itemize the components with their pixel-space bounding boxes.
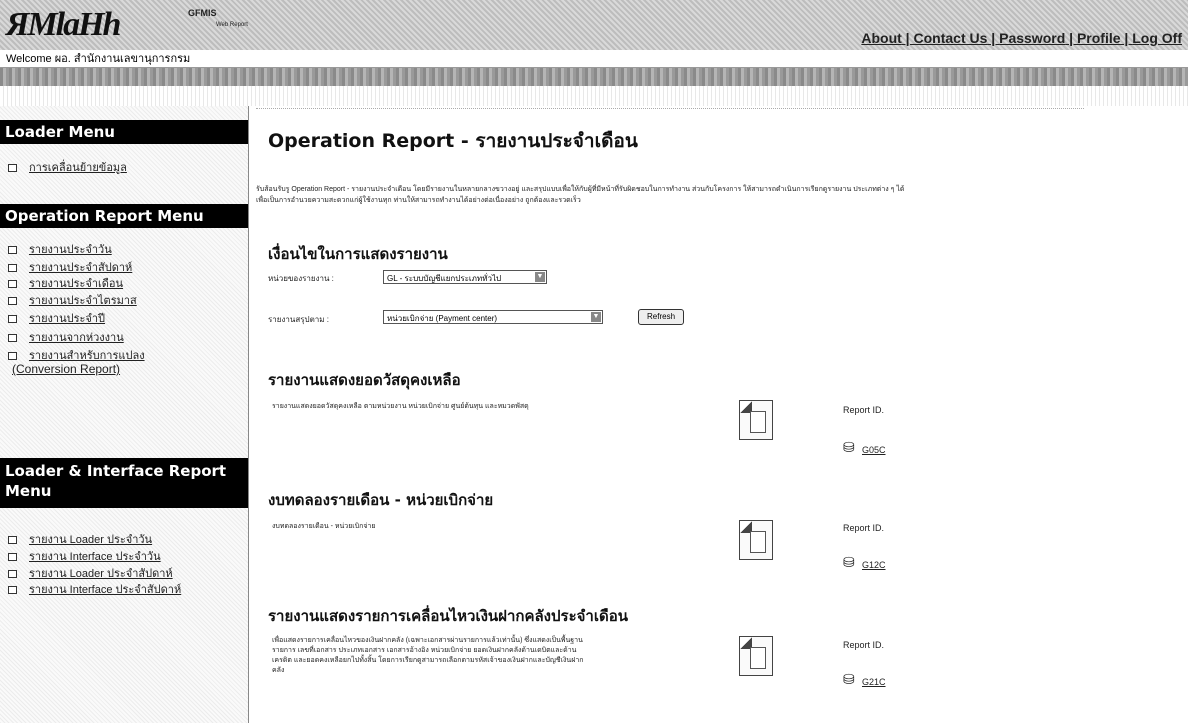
sidebar-item-label: รายงานประจำปี <box>29 313 106 325</box>
description-line: รายการ เลขที่เอกสาร ประเภทเอกสาร เอกสารอ… <box>272 647 577 654</box>
sidebar-item-label: รายงาน Loader ประจำสัปดาห์ <box>29 568 173 580</box>
sidebar-item-label: รายงาน Interface ประจำสัปดาห์ <box>29 584 182 596</box>
sidebar-item-interface-daily[interactable]: รายงาน Interface ประจำวัน <box>8 547 161 565</box>
password-link[interactable]: Password <box>999 30 1065 46</box>
welcome-bar: Welcome ผอ. สำนักงานเลขานุการกรม <box>0 50 1188 68</box>
summary-by-label: รายงานสรุปตาม : <box>268 315 330 324</box>
report-link-icon[interactable]: ⛁ <box>843 440 855 456</box>
bullet-icon <box>8 315 17 324</box>
page-title: Operation Report - รายงานประจำเดือน <box>268 130 638 152</box>
sidebar-item-yearly[interactable]: รายงานประจำปี <box>8 309 105 327</box>
decorative-strip <box>0 68 1188 86</box>
report-unit-label: หน่วยของรายงาน : <box>268 274 334 283</box>
sidebar-item-label: รายงานประจำไตรมาส <box>29 295 137 307</box>
sidebar-item-data-transfer[interactable]: การเคลื่อนย้ายข้อมูล <box>8 158 127 176</box>
operation-menu-title: Operation Report Menu <box>0 204 248 228</box>
report-link-icon[interactable]: ⛁ <box>843 672 855 688</box>
header-banner: ЯMlaHh GFMIS Web Report About | Contact … <box>0 0 1188 50</box>
sidebar-item-loader-daily[interactable]: รายงาน Loader ประจำวัน <box>8 530 152 548</box>
select-value: หน่วยเบิกจ่าย (Payment center) <box>387 314 498 323</box>
report-document-icon[interactable] <box>739 636 773 676</box>
refresh-button[interactable]: Refresh <box>638 309 685 325</box>
bullet-icon <box>8 536 17 545</box>
logo-subtitle: GFMIS <box>188 8 217 18</box>
bullet-icon <box>8 297 17 306</box>
bullet-icon <box>8 570 17 579</box>
dropdown-arrow-icon: ▼ <box>535 272 545 282</box>
description-line: คลัง <box>272 667 285 674</box>
sidebar-item-label: รายงานประจำสัปดาห์ <box>29 262 133 274</box>
page-description: รับส้อนรับรู Operation Report - รายงานปร… <box>256 184 1184 206</box>
report-document-icon[interactable] <box>739 520 773 560</box>
about-link[interactable]: About <box>861 30 901 46</box>
description-line: เพื่อเป็นการอำนวยความสะดวกแก่ผู้ใช้งานทุ… <box>256 197 581 204</box>
sidebar-item-daily[interactable]: รายงานประจำวัน <box>8 240 112 258</box>
sidebar-item-interface-weekly[interactable]: รายงาน Interface ประจำสัปดาห์ <box>8 580 181 598</box>
select-value: GL - ระบบบัญชีแยกประเภททั่วไป <box>387 274 502 283</box>
bullet-icon <box>8 280 17 289</box>
report-title: รายงานแสดงรายการเคลื่อนไหวเงินฝากคลังประ… <box>268 607 628 625</box>
logo-subtitle-2: Web Report <box>216 22 248 28</box>
loader-menu-title: Loader Menu <box>0 120 248 144</box>
sidebar-item-label: รายงานจากห่วงงาน <box>29 332 124 344</box>
link-separator: | <box>1120 30 1133 46</box>
link-separator: | <box>987 30 1000 46</box>
sidebar-item-monthly[interactable]: รายงานประจำเดือน <box>8 274 123 292</box>
report-unit-select[interactable]: GL - ระบบบัญชีแยกประเภททั่วไป ▼ <box>383 270 547 284</box>
sidebar-item-label: รายงานสำหรับการแปลง <box>29 350 145 362</box>
menu-title-line: Loader & Interface Report <box>5 462 227 480</box>
app-logo: ЯMlaHh <box>6 6 121 43</box>
sidebar-item-label: รายงานประจำเดือน <box>29 278 124 290</box>
report-id-label: Report ID. <box>843 405 885 415</box>
description-line: รายงานแสดงยอดวัสดุคงเหลือ ตามหน่วยงาน หน… <box>272 403 529 410</box>
sidebar-item-workflow[interactable]: รายงานจากห่วงงาน <box>8 328 124 346</box>
report-code-link[interactable]: G12C <box>862 560 886 570</box>
bullet-icon <box>8 334 17 343</box>
report-description: รายงานแสดงยอดวัสดุคงเหลือ ตามหน่วยงาน หน… <box>272 402 692 412</box>
description-line: เครดิต และยอดคงเหลือยกไปทั้งสิ้น โดยการเ… <box>272 657 584 664</box>
link-separator: | <box>1065 30 1077 46</box>
report-code-link[interactable]: G05C <box>862 445 886 455</box>
link-separator: | <box>901 30 914 46</box>
report-id-label: Report ID. <box>843 640 885 650</box>
bullet-icon <box>8 164 17 173</box>
loader-interface-menu-title: Loader & Interface Report Menu <box>0 458 248 508</box>
dotted-divider <box>256 108 1084 109</box>
bullet-icon <box>8 246 17 255</box>
log-off-link[interactable]: Log Off <box>1132 30 1182 46</box>
profile-link[interactable]: Profile <box>1077 30 1121 46</box>
report-link-icon[interactable]: ⛁ <box>843 555 855 571</box>
description-line: รับส้อนรับรู Operation Report - รายงานปร… <box>256 186 905 193</box>
report-description: งบทดลองรายเดือน - หน่วยเบิกจ่าย <box>272 522 692 532</box>
report-id-label: Report ID. <box>843 523 885 533</box>
contact-us-link[interactable]: Contact Us <box>914 30 988 46</box>
report-title: รายงานแสดงยอดวัสดุคงเหลือ <box>268 371 461 389</box>
sidebar-item-quarterly[interactable]: รายงานประจำไตรมาส <box>8 291 137 309</box>
report-description: เพื่อแสดงรายการเคลื่อนไหวของเงินฝากคลัง … <box>272 636 722 676</box>
menu-title-line: Menu <box>5 482 52 500</box>
sidebar-item-label: การเคลื่อนย้ายข้อมูล <box>29 162 127 174</box>
bullet-icon <box>8 553 17 562</box>
report-document-icon[interactable] <box>739 400 773 440</box>
report-title: งบทดลองรายเดือน - หน่วยเบิกจ่าย <box>268 491 494 509</box>
sidebar-item-conversion-sub[interactable]: (Conversion Report) <box>12 362 120 376</box>
top-links: About | Contact Us | Password | Profile … <box>861 30 1182 46</box>
bullet-icon <box>8 586 17 595</box>
sidebar-item-label: รายงาน Loader ประจำวัน <box>29 534 153 546</box>
bullet-icon <box>8 352 17 361</box>
sidebar-item-label: รายงาน Interface ประจำวัน <box>29 551 161 563</box>
sidebar: Loader Menu การเคลื่อนย้ายข้อมูล Operati… <box>0 106 249 723</box>
sidebar-item-label: รายงานประจำวัน <box>29 244 112 256</box>
description-line: เพื่อแสดงรายการเคลื่อนไหวของเงินฝากคลัง … <box>272 637 583 644</box>
summary-by-select[interactable]: หน่วยเบิกจ่าย (Payment center) ▼ <box>383 310 603 324</box>
description-line: งบทดลองรายเดือน - หน่วยเบิกจ่าย <box>272 523 376 530</box>
bullet-icon <box>8 264 17 273</box>
conditions-title: เงื่อนไขในการแสดงรายงาน <box>268 245 448 263</box>
report-code-link[interactable]: G21C <box>862 677 886 687</box>
decorative-strip-light <box>0 86 1188 106</box>
dropdown-arrow-icon: ▼ <box>591 312 601 322</box>
